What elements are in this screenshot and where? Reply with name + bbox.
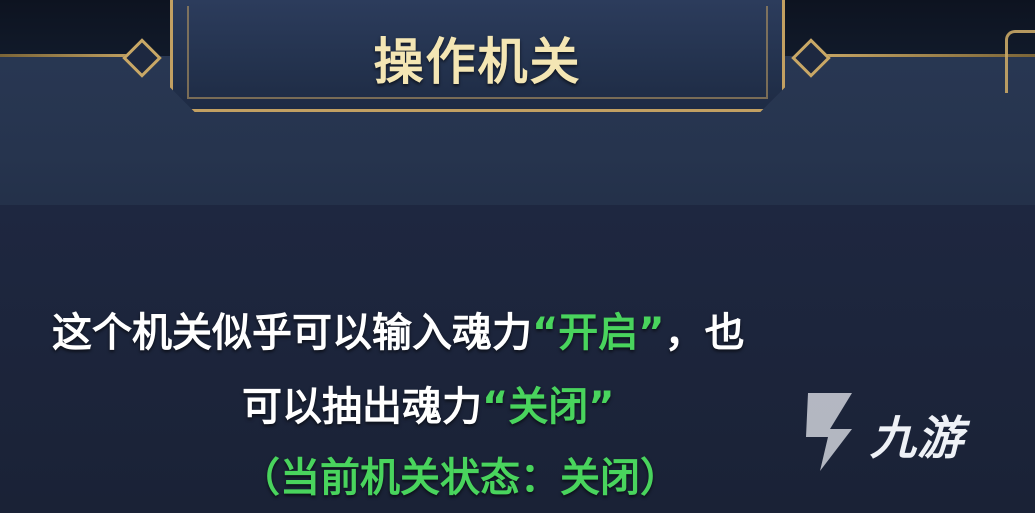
open-keyword: “开启” — [532, 310, 665, 356]
description-line-1: 这个机关似乎可以输入魂力“开启”，也 — [52, 300, 745, 358]
watermark-text: 九游 — [870, 411, 964, 465]
corner-ornament-icon — [1005, 30, 1035, 93]
gold-divider-right — [810, 54, 1035, 57]
description-line-1-prefix: 这个机关似乎可以输入魂力 — [52, 310, 532, 356]
game-dialog-screen: 操作机关 这个机关似乎可以输入魂力“开启”，也 可以抽出魂力“关闭” （当前机关… — [0, 0, 1035, 513]
close-keyword: “关闭” — [482, 384, 615, 430]
description-line-1-suffix: ，也 — [664, 310, 745, 356]
description-line-2: 可以抽出魂力“关闭” — [242, 374, 615, 432]
description-line-2-prefix: 可以抽出魂力 — [242, 384, 482, 430]
dialog-title: 操作机关 — [373, 33, 582, 91]
mechanism-status-line: （当前机关状态：关闭） — [240, 455, 680, 501]
